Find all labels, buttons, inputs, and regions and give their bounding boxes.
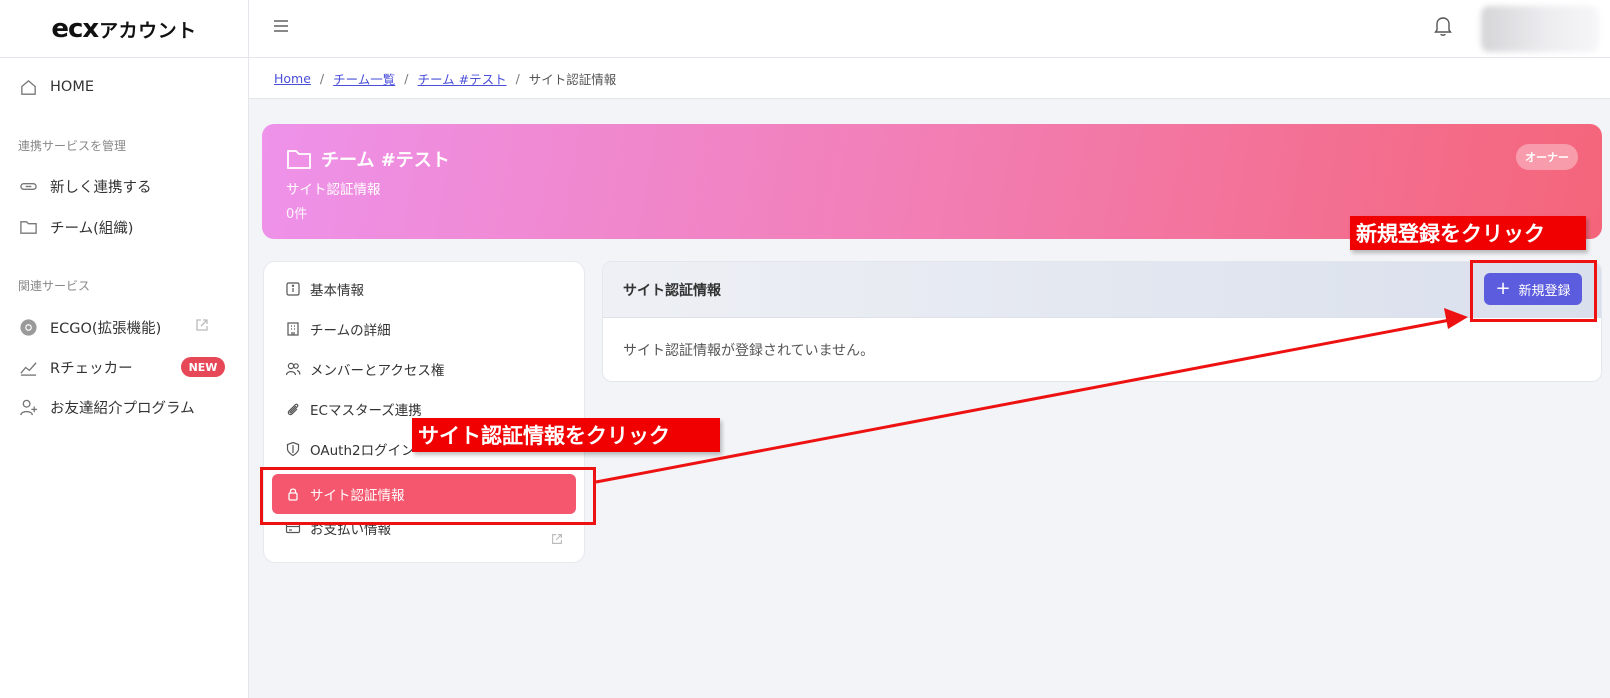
- users-icon: [284, 360, 302, 378]
- sidebar-item-team[interactable]: チーム(組織): [18, 215, 133, 239]
- menu-item-oauth[interactable]: OAuth2ログイン: [284, 438, 415, 460]
- chart-line-icon: [18, 357, 38, 377]
- paperclip-icon: [284, 400, 302, 418]
- external-link-icon: [550, 532, 564, 546]
- breadcrumb-sep: /: [404, 70, 409, 86]
- annotation-highlight-new: [1470, 260, 1597, 322]
- breadcrumb-sep: /: [515, 70, 520, 86]
- sidebar-item-new-link[interactable]: 新しく連携する: [18, 174, 152, 198]
- menu-item-basic[interactable]: 基本情報: [284, 278, 364, 300]
- folder-icon: [18, 217, 38, 237]
- annotation-click-new: 新規登録をクリック: [1350, 216, 1586, 250]
- card-header: サイト認証情報: [603, 262, 1601, 318]
- breadcrumb-current: サイト認証情報: [528, 71, 617, 87]
- sidebar-item-home[interactable]: HOME: [18, 75, 94, 99]
- info-icon: [284, 280, 302, 298]
- menu-item-label: OAuth2ログイン: [310, 443, 415, 459]
- menu-icon[interactable]: [272, 17, 290, 35]
- hero-count: 0件: [286, 207, 308, 222]
- menu-item-team-detail[interactable]: チームの詳細: [284, 318, 391, 340]
- menu-item-label: チームの詳細: [310, 323, 391, 339]
- menu-item-label: 基本情報: [310, 283, 364, 299]
- bell-icon[interactable]: [1433, 15, 1453, 37]
- hero-subtitle: サイト認証情報: [286, 182, 381, 198]
- chrome-icon: [18, 317, 38, 337]
- sidebar-item-label: ECGO(拡張機能): [50, 320, 162, 337]
- menu-item-label: メンバーとアクセス権: [310, 363, 445, 379]
- empty-message: サイト認証情報が登録されていません。: [623, 343, 875, 359]
- hero-title: チーム #テスト: [286, 146, 450, 172]
- sidebar-section-manage: 連携サービスを管理: [18, 139, 127, 153]
- user-menu-avatar[interactable]: [1481, 6, 1599, 52]
- sidebar-item-label: チーム(組織): [50, 220, 134, 237]
- sidebar-item-label: 新しく連携する: [50, 179, 152, 196]
- sidebar-item-rchecker[interactable]: Rチェッカー: [18, 355, 133, 379]
- external-link-icon: [194, 317, 210, 333]
- breadcrumb-sep: /: [319, 70, 325, 86]
- building-icon: [284, 320, 302, 338]
- breadcrumb: Home / チーム一覧 / チーム #テスト / サイト認証情報: [249, 58, 1610, 99]
- hero-title-text: チーム #テスト: [321, 150, 450, 171]
- sidebar-item-referral[interactable]: お友達紹介プログラム: [18, 395, 195, 419]
- breadcrumb-team[interactable]: チーム #テスト: [418, 69, 507, 88]
- sidebar-item-label: お友達紹介プログラム: [50, 400, 195, 417]
- site-auth-card: サイト認証情報 サイト認証情報が登録されていません。: [602, 261, 1602, 382]
- home-icon: [18, 77, 38, 97]
- menu-item-label: ECマスターズ連携: [310, 403, 422, 419]
- logo-text: ecxアカウント: [51, 13, 197, 44]
- role-badge: オーナー: [1516, 144, 1578, 170]
- annotation-highlight-site-auth: [260, 467, 596, 525]
- annotation-click-site-auth: サイト認証情報をクリック: [412, 418, 720, 452]
- top-header: [249, 0, 1610, 58]
- sidebar-section-related: 関連サービス: [18, 279, 91, 293]
- breadcrumb-home[interactable]: Home: [274, 71, 311, 86]
- user-add-icon: [18, 397, 38, 417]
- sidebar-item-label: Rチェッカー: [50, 360, 133, 377]
- menu-item-members[interactable]: メンバーとアクセス権: [284, 358, 444, 380]
- new-badge: NEW: [181, 357, 225, 377]
- sidebar-item-ecgo[interactable]: ECGO(拡張機能): [18, 315, 161, 339]
- shield-icon: [284, 440, 302, 458]
- breadcrumb-team-list[interactable]: チーム一覧: [333, 69, 395, 88]
- sidebar: ecxアカウント HOME 連携サービスを管理 新しく連携する チーム(組織) …: [0, 0, 249, 698]
- link-icon: [18, 176, 38, 196]
- sidebar-item-label: HOME: [50, 79, 94, 95]
- menu-item-ecmasters[interactable]: ECマスターズ連携: [284, 398, 422, 420]
- app-logo[interactable]: ecxアカウント: [0, 0, 248, 58]
- folder-icon: [287, 150, 311, 169]
